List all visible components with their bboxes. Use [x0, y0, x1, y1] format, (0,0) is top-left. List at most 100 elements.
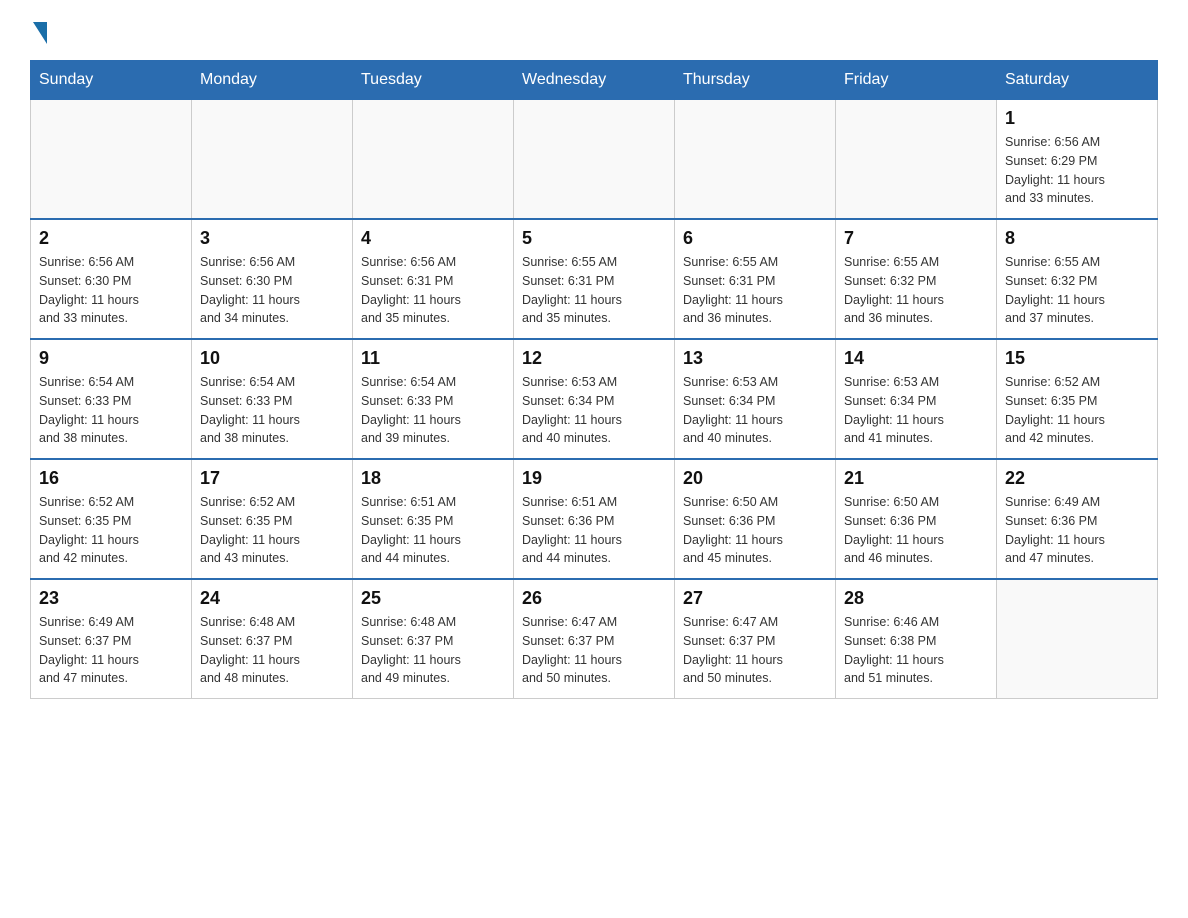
day-number: 28: [844, 588, 988, 609]
header-day-saturday: Saturday: [997, 61, 1158, 100]
day-info: Sunrise: 6:52 AM Sunset: 6:35 PM Dayligh…: [200, 493, 344, 568]
calendar-cell: 17 Sunrise: 6:52 AM Sunset: 6:35 PM Dayli…: [192, 459, 353, 579]
calendar-cell: 22Sunrise: 6:49 AM Sunset: 6:36 PM Dayli…: [997, 459, 1158, 579]
day-info: Sunrise: 6:55 AM Sunset: 6:31 PM Dayligh…: [683, 253, 827, 328]
calendar-week-1: 1Sunrise: 6:56 AM Sunset: 6:29 PM Daylig…: [31, 100, 1158, 220]
calendar-cell: 13 Sunrise: 6:53 AM Sunset: 6:34 PM Dayli…: [675, 339, 836, 459]
day-info: Sunrise: 6:54 AM Sunset: 6:33 PM Dayligh…: [39, 373, 183, 448]
calendar-cell: 5Sunrise: 6:55 AM Sunset: 6:31 PM Daylig…: [514, 219, 675, 339]
day-number: 21: [844, 468, 988, 489]
header-day-thursday: Thursday: [675, 61, 836, 100]
day-number: 24: [200, 588, 344, 609]
day-number: 12: [522, 348, 666, 369]
calendar-week-4: 16 Sunrise: 6:52 AM Sunset: 6:35 PM Dayli…: [31, 459, 1158, 579]
page-header: [30, 20, 1158, 40]
day-info: Sunrise: 6:53 AM Sunset: 6:34 PM Dayligh…: [844, 373, 988, 448]
header-day-wednesday: Wednesday: [514, 61, 675, 100]
header-day-monday: Monday: [192, 61, 353, 100]
header-day-sunday: Sunday: [31, 61, 192, 100]
calendar-table: SundayMondayTuesdayWednesdayThursdayFrid…: [30, 60, 1158, 699]
day-info: Sunrise: 6:56 AM Sunset: 6:31 PM Dayligh…: [361, 253, 505, 328]
day-number: 23: [39, 588, 183, 609]
calendar-cell: 27 Sunrise: 6:47 AM Sunset: 6:37 PM Dayli…: [675, 579, 836, 699]
calendar-cell: 24 Sunrise: 6:48 AM Sunset: 6:37 PM Dayli…: [192, 579, 353, 699]
day-number: 17: [200, 468, 344, 489]
day-number: 8: [1005, 228, 1149, 249]
day-number: 11: [361, 348, 505, 369]
logo: [30, 20, 47, 40]
calendar-cell: 8 Sunrise: 6:55 AM Sunset: 6:32 PM Daylig…: [997, 219, 1158, 339]
day-info: Sunrise: 6:56 AM Sunset: 6:30 PM Dayligh…: [200, 253, 344, 328]
day-number: 27: [683, 588, 827, 609]
calendar-cell: 16 Sunrise: 6:52 AM Sunset: 6:35 PM Dayli…: [31, 459, 192, 579]
header-day-tuesday: Tuesday: [353, 61, 514, 100]
day-number: 10: [200, 348, 344, 369]
day-info: Sunrise: 6:47 AM Sunset: 6:37 PM Dayligh…: [683, 613, 827, 688]
day-number: 9: [39, 348, 183, 369]
calendar-cell: [675, 100, 836, 220]
day-info: Sunrise: 6:56 AM Sunset: 6:30 PM Dayligh…: [39, 253, 183, 328]
calendar-cell: 2 Sunrise: 6:56 AM Sunset: 6:30 PM Daylig…: [31, 219, 192, 339]
calendar-cell: [997, 579, 1158, 699]
calendar-cell: [31, 100, 192, 220]
calendar-cell: 15 Sunrise: 6:52 AM Sunset: 6:35 PM Dayli…: [997, 339, 1158, 459]
calendar-cell: 25 Sunrise: 6:48 AM Sunset: 6:37 PM Dayli…: [353, 579, 514, 699]
day-info: Sunrise: 6:50 AM Sunset: 6:36 PM Dayligh…: [683, 493, 827, 568]
calendar-cell: 4Sunrise: 6:56 AM Sunset: 6:31 PM Daylig…: [353, 219, 514, 339]
calendar-cell: 7 Sunrise: 6:55 AM Sunset: 6:32 PM Daylig…: [836, 219, 997, 339]
day-number: 2: [39, 228, 183, 249]
day-number: 26: [522, 588, 666, 609]
calendar-cell: [353, 100, 514, 220]
day-info: Sunrise: 6:53 AM Sunset: 6:34 PM Dayligh…: [683, 373, 827, 448]
day-info: Sunrise: 6:53 AM Sunset: 6:34 PM Dayligh…: [522, 373, 666, 448]
day-info: Sunrise: 6:51 AM Sunset: 6:35 PM Dayligh…: [361, 493, 505, 568]
day-number: 16: [39, 468, 183, 489]
day-number: 14: [844, 348, 988, 369]
day-number: 20: [683, 468, 827, 489]
day-number: 19: [522, 468, 666, 489]
day-info: Sunrise: 6:48 AM Sunset: 6:37 PM Dayligh…: [200, 613, 344, 688]
day-info: Sunrise: 6:51 AM Sunset: 6:36 PM Dayligh…: [522, 493, 666, 568]
calendar-cell: 1Sunrise: 6:56 AM Sunset: 6:29 PM Daylig…: [997, 100, 1158, 220]
calendar-cell: 6 Sunrise: 6:55 AM Sunset: 6:31 PM Daylig…: [675, 219, 836, 339]
day-info: Sunrise: 6:49 AM Sunset: 6:37 PM Dayligh…: [39, 613, 183, 688]
calendar-cell: 20 Sunrise: 6:50 AM Sunset: 6:36 PM Dayli…: [675, 459, 836, 579]
day-info: Sunrise: 6:46 AM Sunset: 6:38 PM Dayligh…: [844, 613, 988, 688]
day-number: 15: [1005, 348, 1149, 369]
day-number: 18: [361, 468, 505, 489]
calendar-cell: 23 Sunrise: 6:49 AM Sunset: 6:37 PM Dayli…: [31, 579, 192, 699]
calendar-cell: [836, 100, 997, 220]
day-info: Sunrise: 6:49 AM Sunset: 6:36 PM Dayligh…: [1005, 493, 1149, 568]
day-info: Sunrise: 6:54 AM Sunset: 6:33 PM Dayligh…: [361, 373, 505, 448]
calendar-week-3: 9 Sunrise: 6:54 AM Sunset: 6:33 PM Daylig…: [31, 339, 1158, 459]
calendar-cell: 14 Sunrise: 6:53 AM Sunset: 6:34 PM Dayli…: [836, 339, 997, 459]
day-number: 3: [200, 228, 344, 249]
day-info: Sunrise: 6:50 AM Sunset: 6:36 PM Dayligh…: [844, 493, 988, 568]
header-day-friday: Friday: [836, 61, 997, 100]
calendar-cell: 11 Sunrise: 6:54 AM Sunset: 6:33 PM Dayli…: [353, 339, 514, 459]
day-info: Sunrise: 6:55 AM Sunset: 6:32 PM Dayligh…: [844, 253, 988, 328]
day-number: 25: [361, 588, 505, 609]
logo-arrow-icon: [33, 22, 47, 44]
calendar-cell: 18 Sunrise: 6:51 AM Sunset: 6:35 PM Dayli…: [353, 459, 514, 579]
day-info: Sunrise: 6:47 AM Sunset: 6:37 PM Dayligh…: [522, 613, 666, 688]
day-info: Sunrise: 6:52 AM Sunset: 6:35 PM Dayligh…: [39, 493, 183, 568]
calendar-cell: 12 Sunrise: 6:53 AM Sunset: 6:34 PM Dayli…: [514, 339, 675, 459]
day-number: 13: [683, 348, 827, 369]
day-info: Sunrise: 6:55 AM Sunset: 6:32 PM Dayligh…: [1005, 253, 1149, 328]
calendar-cell: [192, 100, 353, 220]
day-info: Sunrise: 6:54 AM Sunset: 6:33 PM Dayligh…: [200, 373, 344, 448]
day-number: 7: [844, 228, 988, 249]
day-info: Sunrise: 6:52 AM Sunset: 6:35 PM Dayligh…: [1005, 373, 1149, 448]
calendar-cell: 19 Sunrise: 6:51 AM Sunset: 6:36 PM Dayli…: [514, 459, 675, 579]
calendar-header-row: SundayMondayTuesdayWednesdayThursdayFrid…: [31, 61, 1158, 100]
calendar-cell: 9 Sunrise: 6:54 AM Sunset: 6:33 PM Daylig…: [31, 339, 192, 459]
day-info: Sunrise: 6:55 AM Sunset: 6:31 PM Dayligh…: [522, 253, 666, 328]
calendar-cell: 26 Sunrise: 6:47 AM Sunset: 6:37 PM Dayli…: [514, 579, 675, 699]
day-info: Sunrise: 6:48 AM Sunset: 6:37 PM Dayligh…: [361, 613, 505, 688]
calendar-cell: 28 Sunrise: 6:46 AM Sunset: 6:38 PM Dayli…: [836, 579, 997, 699]
day-number: 6: [683, 228, 827, 249]
day-info: Sunrise: 6:56 AM Sunset: 6:29 PM Dayligh…: [1005, 133, 1149, 208]
calendar-cell: 10 Sunrise: 6:54 AM Sunset: 6:33 PM Dayli…: [192, 339, 353, 459]
calendar-cell: [514, 100, 675, 220]
